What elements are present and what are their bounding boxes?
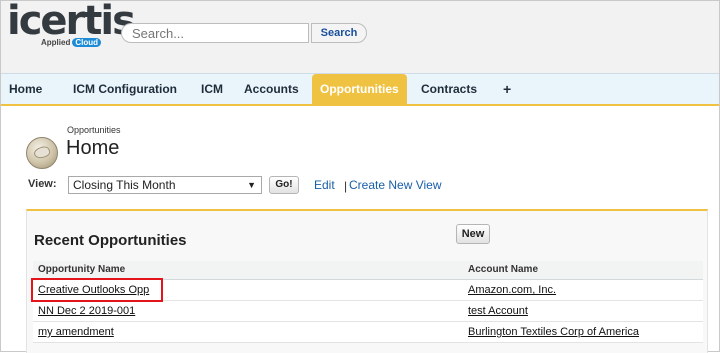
column-account-name[interactable]: Account Name [468,261,538,279]
logo-tagline: Applied Cloud [41,38,102,47]
panel-title: Recent Opportunities [34,232,187,249]
header: icertis Applied Cloud Search [1,0,719,73]
tab-opportunities[interactable]: Opportunities [312,74,407,104]
opportunity-link[interactable]: NN Dec 2 2019-001 [38,301,135,321]
table-row: my amendment Burlington Textiles Corp of… [33,322,703,343]
icertis-logo[interactable]: icertis Applied Cloud [5,0,136,53]
search-button[interactable]: Search [311,23,367,43]
app-window: icertis AppliedCloud Search Home ICM Con… [0,0,720,353]
account-link[interactable]: Amazon.com, Inc. [468,280,556,300]
logo-applied: Applied [41,38,71,47]
create-new-view-link[interactable]: Create New View [349,178,441,192]
opportunity-link[interactable]: my amendment [38,322,114,342]
table-row: NN Dec 2 2019-001 test Account [33,301,703,322]
edit-view-link[interactable]: Edit [314,178,335,192]
view-select-value: Closing This Month [73,178,176,192]
link-separator: | [344,179,348,193]
page-subtitle: Opportunities [67,125,121,135]
tab-icm-configuration[interactable]: ICM Configuration [73,74,177,104]
account-link[interactable]: Burlington Textiles Corp of America [468,322,639,342]
logo-cloud-badge: Cloud [72,38,102,47]
tab-home[interactable]: Home [9,74,42,104]
view-label: View: [28,178,57,190]
tab-bar: Home ICM Configuration ICM Accounts Oppo… [1,73,719,107]
tab-contracts[interactable]: Contracts [421,74,477,104]
dropdown-arrow-icon: ▼ [247,180,256,190]
go-button[interactable]: Go! [269,176,299,194]
main-content: Opportunities Home View: Closing This Mo… [1,106,719,353]
tab-icm[interactable]: ICM [201,74,223,104]
view-select[interactable]: Closing This Month ▼ [68,176,262,194]
search-input[interactable] [121,23,309,43]
opportunities-icon [26,137,58,169]
new-button[interactable]: New [456,224,490,244]
plus-icon[interactable]: + [503,74,511,104]
page-title: Home [66,137,120,159]
opportunities-table: Opportunity Name Account Name Creative O… [33,261,703,343]
column-opportunity-name[interactable]: Opportunity Name [38,261,125,279]
account-link[interactable]: test Account [468,301,528,321]
tab-accounts[interactable]: Accounts [244,74,299,104]
highlight-box [31,278,163,302]
